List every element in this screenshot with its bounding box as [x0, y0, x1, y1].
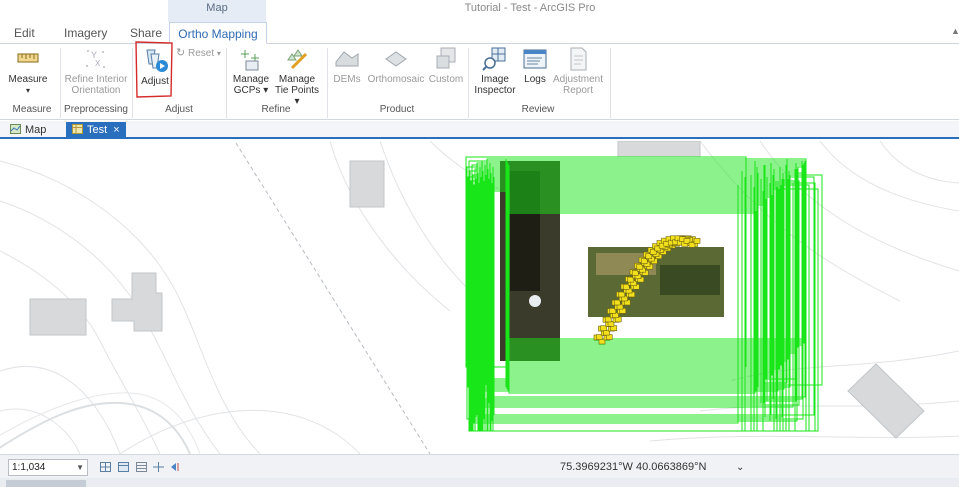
view-tab-map[interactable]: Map [4, 122, 52, 139]
image-inspector-button[interactable]: Image Inspector [472, 46, 518, 96]
logs-icon [523, 49, 547, 69]
building [617, 141, 701, 158]
bottom-strip [0, 478, 959, 487]
title-bar: Map Tutorial - Test - ArcGIS Pro [0, 0, 959, 22]
table-view-icon[interactable] [118, 462, 129, 472]
annotation-highlight [135, 41, 173, 98]
adjustment-report-icon [570, 47, 587, 71]
manage-gcps-button[interactable]: Manage GCPs ▾ [230, 46, 272, 96]
ribbon: Measure ▾ Y X Refine Interior Orientatio… [0, 41, 959, 120]
custom-icon [436, 47, 456, 69]
adjustment-report-button[interactable]: Adjustment Report [552, 46, 604, 96]
chevron-down-icon[interactable]: ⌄ [736, 459, 744, 476]
layout-icon[interactable] [136, 462, 147, 472]
tab-ortho-mapping[interactable]: Ortho Mapping [169, 22, 267, 44]
dems-button[interactable]: DEMs [330, 46, 364, 85]
status-bar: 1:1,034 ▼ 75.3969231°W 40.0663869°N ⌄ [0, 454, 959, 478]
window-title: Tutorial - Test - ArcGIS Pro [464, 2, 596, 14]
tab-imagery[interactable]: Imagery [58, 22, 113, 44]
snapping-icon[interactable] [170, 462, 181, 472]
measure-icon [17, 53, 39, 63]
group-label-preprocessing: Preprocessing [64, 104, 128, 115]
crosshair-icon[interactable] [153, 462, 164, 472]
tab-edit[interactable]: Edit [8, 22, 41, 44]
image-inspector-icon [482, 47, 506, 71]
scale-dropdown[interactable]: 1:1,034 ▼ [8, 459, 88, 476]
building [29, 298, 87, 336]
parcel-line [235, 142, 431, 454]
collapse-ribbon-icon[interactable]: ▲ [951, 26, 959, 36]
orthomosaic-button[interactable]: Orthomosaic [364, 46, 428, 85]
view-tab-test[interactable]: Test × [66, 122, 126, 139]
refine-interior-orientation-button[interactable]: Y X Refine Interior Orientation [62, 46, 130, 96]
orthomosaic-icon [385, 51, 407, 67]
logs-button[interactable]: Logs [520, 46, 550, 85]
grid-icon[interactable] [100, 462, 111, 472]
group-label-measure: Measure [12, 104, 52, 115]
chevron-down-icon: ▼ [76, 463, 84, 472]
manage-tie-points-button[interactable]: Manage Tie Points ▾ [272, 46, 322, 107]
close-icon[interactable]: × [113, 124, 119, 136]
building [349, 160, 385, 208]
reset-icon: ↻ [176, 47, 186, 59]
group-label-refine: Refine [261, 104, 291, 115]
measure-button[interactable]: Measure ▾ [6, 46, 50, 96]
map-canvas[interactable] [0, 141, 959, 454]
view-tabs: Map Test × [0, 121, 959, 139]
map-drawing [0, 141, 959, 454]
manage-gcps-icon [241, 50, 259, 71]
building [847, 363, 925, 439]
svg-text:X: X [95, 59, 101, 68]
table-icon [72, 124, 83, 134]
group-label-product: Product [379, 104, 415, 115]
map-icon [10, 124, 21, 134]
group-label-review: Review [521, 104, 555, 115]
context-tab-group-label: Map [168, 0, 266, 22]
custom-button[interactable]: Custom [428, 46, 464, 85]
coordinates-readout: 75.3969231°W 40.0663869°N [560, 461, 707, 473]
refine-interior-icon: Y X [86, 50, 105, 68]
group-label-adjust: Adjust [165, 104, 193, 115]
reset-button[interactable]: ↻ Reset ▾ [176, 47, 222, 60]
manage-tie-points-icon [287, 49, 308, 70]
dems-icon [335, 51, 359, 67]
